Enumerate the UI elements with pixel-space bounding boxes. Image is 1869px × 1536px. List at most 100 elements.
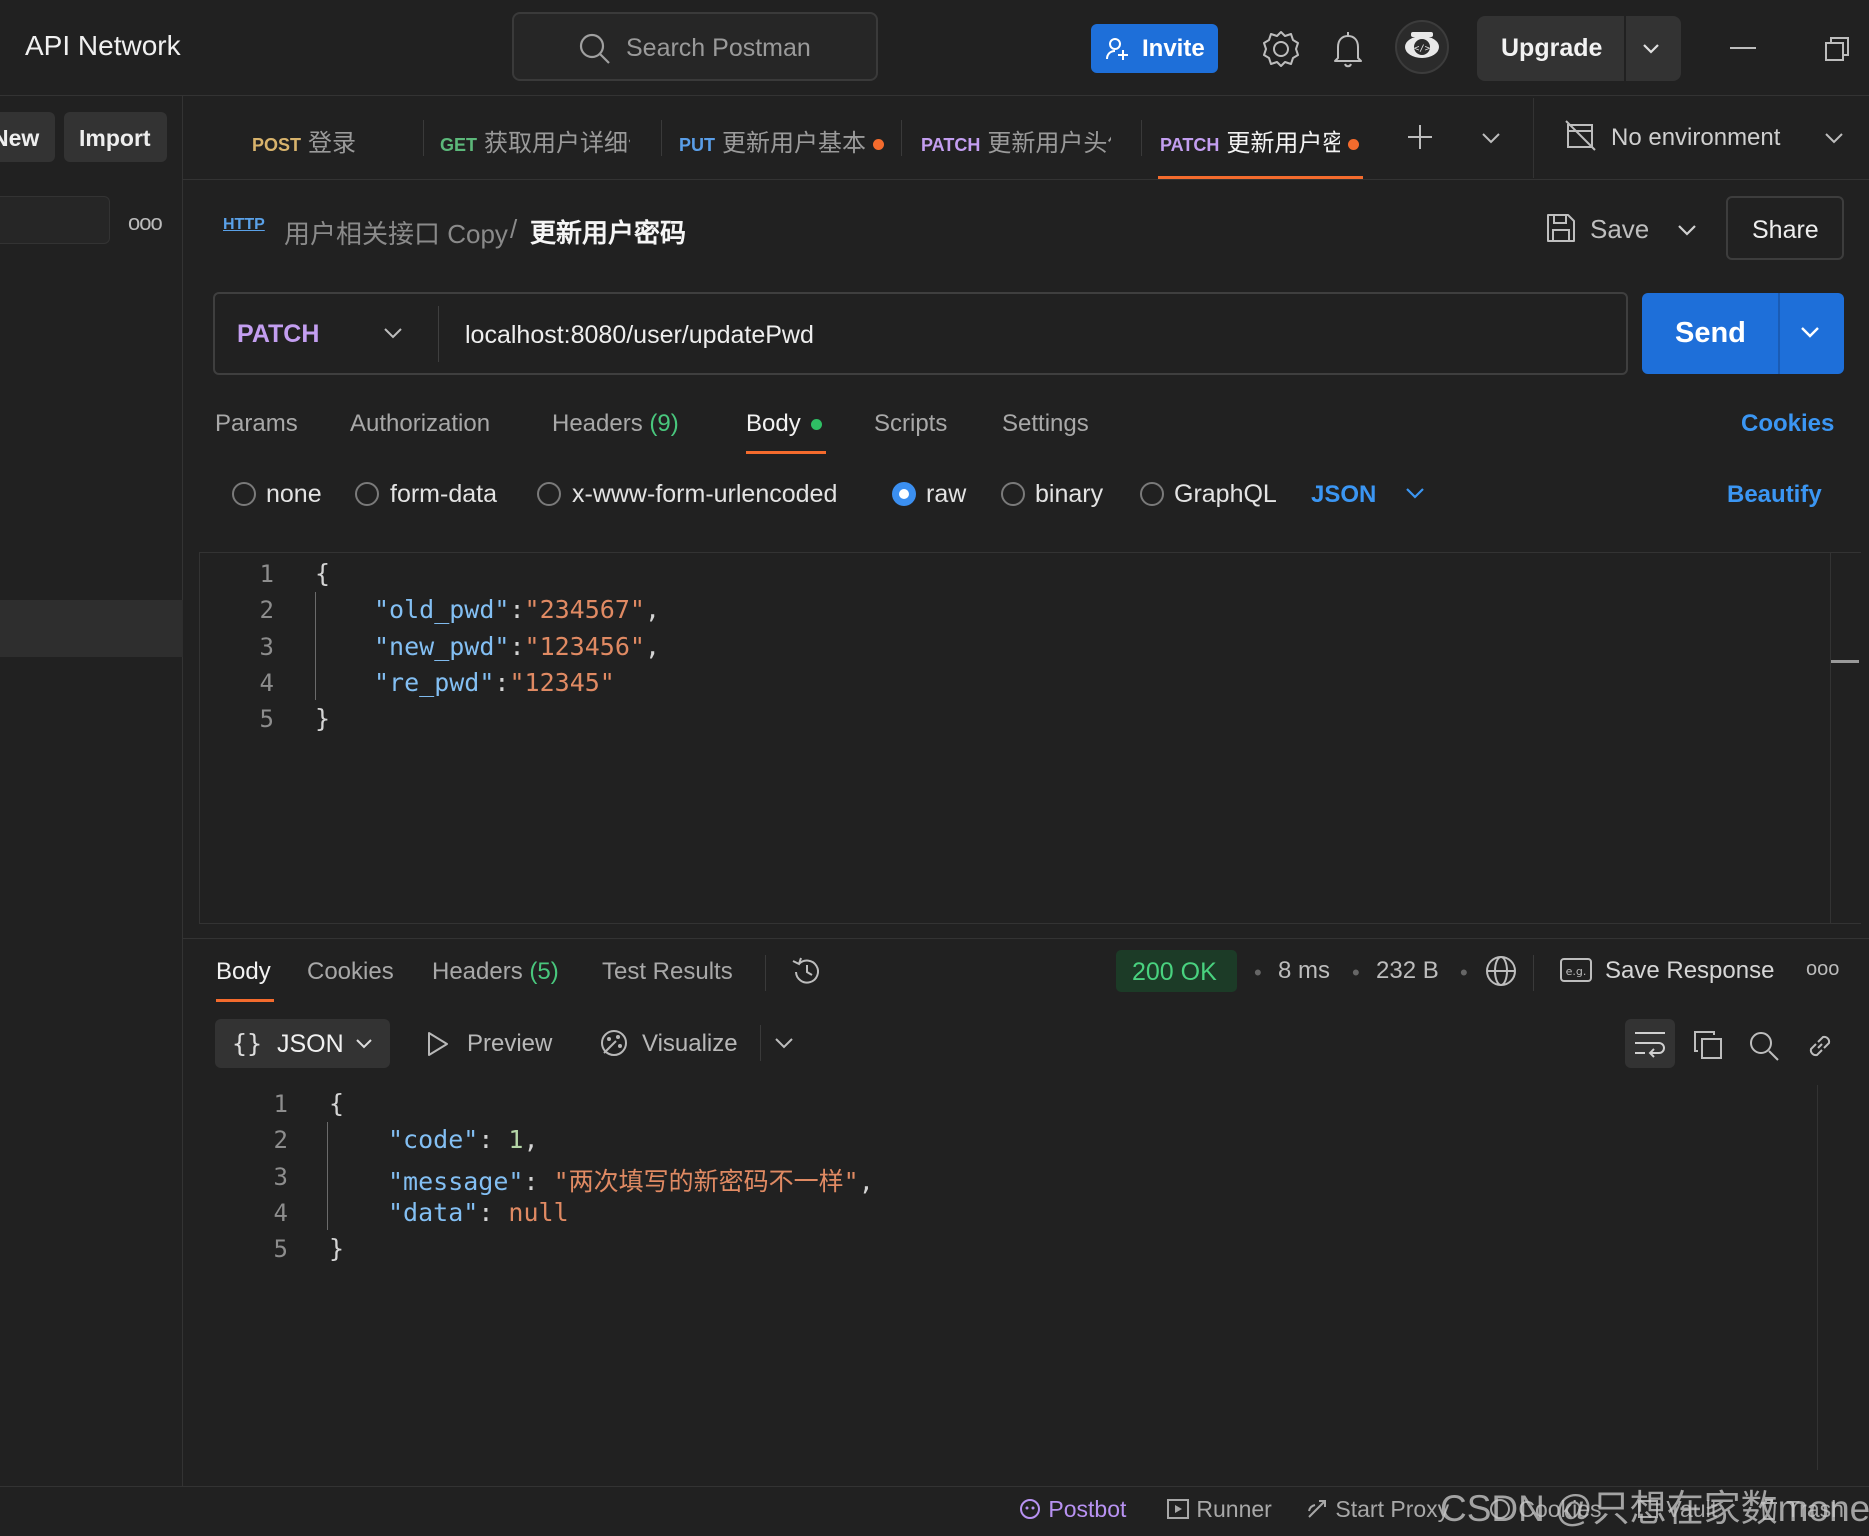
import-button[interactable]: Import	[64, 112, 167, 162]
example-icon: e.g.	[1560, 958, 1592, 982]
new-button[interactable]: New	[0, 112, 55, 162]
share-button[interactable]: Share	[1726, 196, 1844, 260]
line-number: 1	[273, 1090, 288, 1118]
wrap-lines-button[interactable]	[1625, 1019, 1675, 1068]
upgrade-divider	[1624, 16, 1626, 81]
active-subtab-indicator	[746, 451, 826, 454]
invite-button[interactable]: Invite	[1091, 24, 1218, 73]
tab-scripts[interactable]: Scripts	[874, 410, 947, 438]
status-badge[interactable]: 200 OK	[1116, 950, 1237, 992]
radio-none-label[interactable]: none	[266, 480, 322, 509]
tab-update-user-avatar[interactable]: PATCH 更新用户头像	[921, 123, 1111, 158]
radio-graphql-label[interactable]: GraphQL	[1174, 480, 1277, 509]
svg-text:e.g.: e.g.	[1566, 965, 1587, 978]
notifications-bell-icon[interactable]	[1323, 24, 1373, 74]
add-user-icon	[1106, 38, 1128, 60]
indent-guide	[315, 592, 316, 700]
response-format-selector[interactable]: {} JSON	[215, 1019, 390, 1068]
request-title[interactable]: 更新用户密码	[530, 213, 686, 250]
sidebar-selected-item[interactable]	[0, 600, 183, 657]
radio-form-data[interactable]	[355, 482, 379, 506]
response-tab-headers[interactable]: Headers (5)	[432, 958, 559, 986]
json-key: "code"	[388, 1125, 479, 1154]
search-icon[interactable]	[1748, 1030, 1780, 1067]
unsaved-indicator	[1348, 139, 1359, 151]
response-divider[interactable]	[183, 938, 1869, 939]
history-icon[interactable]	[790, 955, 824, 994]
response-tab-test-results[interactable]: Test Results	[602, 958, 733, 986]
tabs-overflow-chevron-down-icon[interactable]	[1481, 130, 1501, 151]
tab-headers[interactable]: Headers (9)	[552, 410, 679, 438]
more-options-icon[interactable]: ooo	[1806, 958, 1839, 981]
save-icon	[1547, 214, 1575, 242]
send-button[interactable]: Send	[1642, 293, 1844, 374]
radio-urlencoded-label[interactable]: x-www-form-urlencoded	[572, 480, 837, 509]
beautify-button[interactable]: Beautify	[1727, 481, 1822, 509]
send-options-chevron-down-icon[interactable]	[1800, 323, 1820, 341]
workspace-title[interactable]: API Network	[25, 30, 181, 62]
radio-graphql[interactable]	[1140, 482, 1164, 506]
body-language-selector[interactable]: JSON	[1311, 481, 1376, 509]
tab-update-user-basic[interactable]: PUT 更新用户基本信	[679, 123, 884, 158]
breadcrumb-parent[interactable]: 用户相关接口 Copy	[284, 214, 508, 251]
code-brace-close: }	[315, 704, 331, 733]
line-number: 4	[259, 669, 274, 697]
response-tab-body[interactable]: Body	[216, 958, 271, 986]
tab-update-user-password[interactable]: PATCH 更新用户密码	[1160, 123, 1359, 158]
radio-raw[interactable]	[892, 482, 916, 506]
tab-divider	[661, 120, 662, 156]
link-icon[interactable]	[1804, 1030, 1836, 1067]
response-headers-count: (5)	[529, 958, 559, 985]
radio-binary-label[interactable]: binary	[1035, 480, 1103, 509]
method-selector[interactable]: PATCH	[237, 320, 319, 349]
visualize-chevron-down-icon[interactable]	[774, 1035, 794, 1056]
radio-none[interactable]	[232, 482, 256, 506]
upgrade-button[interactable]: Upgrade	[1477, 16, 1681, 81]
chevron-down-icon[interactable]	[1642, 40, 1660, 58]
radio-urlencoded[interactable]	[537, 482, 561, 506]
postbot-button[interactable]: Postbot	[1018, 1496, 1126, 1523]
copy-icon[interactable]	[1693, 1030, 1723, 1065]
tab-body[interactable]: Body	[746, 410, 822, 438]
visualize-icon	[601, 1030, 627, 1056]
response-tab-cookies[interactable]: Cookies	[307, 958, 394, 986]
tab-get-user-info[interactable]: GET 获取用户详细信	[440, 123, 630, 158]
response-tabs-divider	[765, 955, 766, 991]
runner-button[interactable]: Runner	[1166, 1496, 1272, 1523]
headers-label: Headers	[552, 410, 643, 437]
headers-count: (9)	[649, 410, 679, 437]
tab-divider	[423, 120, 424, 156]
tab-divider	[901, 120, 902, 156]
settings-gear-icon[interactable]	[1256, 24, 1306, 74]
more-options-icon[interactable]: ooo	[128, 210, 163, 236]
new-tab-plus-icon[interactable]	[1406, 123, 1434, 156]
line-number: 2	[273, 1126, 288, 1154]
network-globe-icon[interactable]	[1484, 954, 1518, 993]
save-options-chevron-down-icon[interactable]	[1677, 222, 1697, 238]
tab-params[interactable]: Params	[215, 410, 298, 438]
tab-authorization[interactable]: Authorization	[350, 410, 490, 438]
json-value: "12345"	[509, 668, 615, 697]
response-size[interactable]: 232 B	[1376, 957, 1439, 985]
minimize-window-icon[interactable]	[1730, 47, 1756, 49]
radio-form-data-label[interactable]: form-data	[390, 480, 497, 509]
search-box[interactable]: Search Postman	[512, 12, 878, 81]
radio-binary[interactable]	[1001, 482, 1025, 506]
editor-scrollbar-thumb[interactable]	[1831, 660, 1859, 663]
start-proxy-button[interactable]: Start Proxy	[1305, 1496, 1449, 1523]
language-chevron-down-icon[interactable]	[1405, 485, 1425, 506]
response-time[interactable]: 8 ms	[1278, 957, 1330, 985]
sidebar-filter-input[interactable]	[0, 196, 110, 244]
avatar[interactable]: </>	[1395, 20, 1449, 74]
cookies-link[interactable]: Cookies	[1741, 410, 1834, 438]
restore-window-icon[interactable]	[1824, 36, 1850, 67]
postbot-icon	[1020, 1499, 1040, 1519]
url-input[interactable]: localhost:8080/user/updatePwd	[465, 321, 814, 350]
body-label: Body	[746, 410, 801, 437]
tab-settings[interactable]: Settings	[1002, 410, 1089, 438]
method-chevron-down-icon[interactable]	[383, 325, 403, 346]
radio-raw-label[interactable]: raw	[926, 480, 966, 509]
json-key: "data"	[388, 1198, 479, 1227]
code-line-old-pwd: "old_pwd":"234567",	[374, 595, 661, 624]
tab-login[interactable]: POST 登录	[252, 123, 356, 158]
